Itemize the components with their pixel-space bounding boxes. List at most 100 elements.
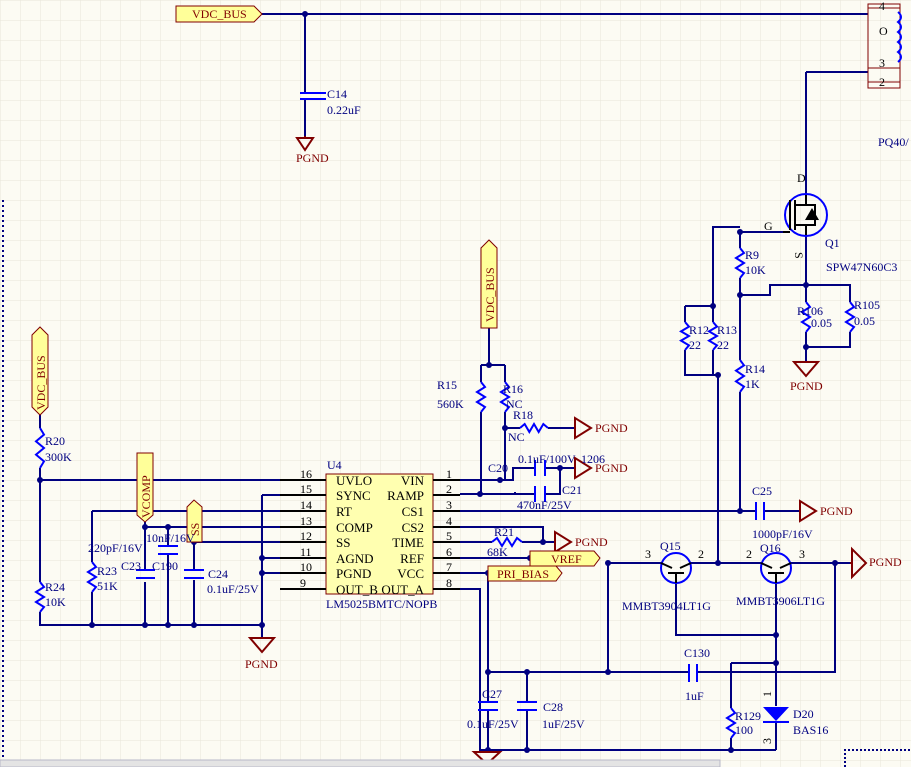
r23-ref: R23 [97,564,117,578]
port-label: VDC_BUS [483,267,497,322]
u4-pin-number: 8 [446,576,452,590]
horizontal-scrollbar[interactable] [0,759,721,767]
u4-ref: U4 [327,458,342,472]
junction-dot [832,560,838,566]
c130-ref: C130 [684,646,710,660]
r18-value: NC [508,430,525,444]
port-label: VDC_BUS [192,7,247,21]
junction-dot [728,747,734,753]
junction-dot [142,524,148,530]
u4-pin-number: 4 [446,514,452,528]
junction-dot [605,669,611,675]
c14-ref: C14 [327,87,347,101]
junction-dot [524,747,530,753]
junction-dot [486,362,492,368]
transformer-dot: O [879,24,888,38]
u4-pin-number: 9 [300,576,306,590]
u4-pin-number: 3 [446,498,452,512]
junction-dot [710,303,716,309]
u4-pin-number: 15 [300,482,312,496]
r23-value: 51K [97,579,118,593]
junction-dot [259,570,265,576]
r12-value: 22 [689,338,701,352]
u4-pin-number: 6 [446,545,452,559]
u4-pin-number: 16 [300,467,312,481]
u4-pin-name: COMP [336,520,373,535]
port-label: VREF [551,552,582,566]
c20-ref: C20 [488,461,508,475]
port-label: VDC_BUS [34,355,48,410]
junction-dot [485,669,491,675]
u4-pin-number: 12 [300,529,312,543]
r20-value: 300K [45,450,72,464]
junction-dot [737,229,743,235]
r129-ref: R129 [735,709,761,723]
u4-pin-name: SYNC [336,488,371,503]
junction-dot [259,555,265,561]
u4-pin-number: 1 [446,467,452,481]
port-label: PRI_BIAS [497,567,549,581]
junction-dot [497,477,503,483]
r105-value: 0.05 [854,314,875,328]
r14-value: 1K [745,377,760,391]
u4-pin-number: 14 [300,498,312,512]
u4-pin-name: OUT_A [381,582,424,597]
r24-value: 10K [45,595,66,609]
u4-pin-name: PGND [336,566,371,581]
u4-pin-name: RT [336,504,352,519]
u4-pin-name: SS [336,535,350,550]
d20-pin: 3 [760,738,774,744]
transformer-pin: 2 [879,75,885,89]
pgnd-label: PGND [575,535,608,549]
junction-dot [259,622,265,628]
c14-value: 0.22uF [327,103,361,117]
r14-ref: R14 [745,362,765,376]
pgnd-label: PGND [245,657,278,671]
c21-value: 470nF/25V [517,498,572,512]
r24-ref: R24 [45,580,65,594]
q16-pin: 3 [799,547,805,561]
q16-pin: 2 [746,547,752,561]
u4-pin-name: OUT_B [336,582,378,597]
port-label: VCOMP [139,475,153,518]
transformer-pin: 4 [879,0,885,13]
r129-value: 100 [735,723,753,737]
schematic-canvas[interactable]: VDC_BUS VDC_BUS VDC_BUS VCOMP SS VREF PR… [0,0,911,767]
c24-value: 0.1uF/25V [207,582,259,596]
c130-value: 1uF [685,689,704,703]
r12-ref: R12 [689,323,709,337]
q1-ref: Q1 [825,236,840,250]
q1-pin-s: S [792,252,806,259]
c25-value: 1000pF/16V [752,527,813,541]
transformer-ref: PQ40/ [878,135,909,149]
r13-ref: R13 [717,323,737,337]
junction-dot [737,508,743,514]
u4-pin-number: 11 [300,545,312,559]
pgnd-label: PGND [595,421,628,435]
c23-ref: C23 [121,559,141,573]
schematic: VDC_BUS VDC_BUS VDC_BUS VCOMP SS VREF PR… [0,0,911,767]
junction-dot [803,344,809,350]
r106-value: 0.05 [811,316,832,330]
junction-dot [191,622,197,628]
junction-dot [737,292,743,298]
q15-pin: 3 [645,547,651,561]
d20-pin: 1 [760,691,774,697]
pgnd-label: PGND [296,151,329,165]
q15-part: MMBT3904LT1G [622,599,711,613]
d20-ref: D20 [793,707,814,721]
u4-pin-name: REF [400,551,424,566]
q15-pin: 2 [698,547,704,561]
junction-dot [302,11,308,17]
junction-dot [524,669,530,675]
junction-dot [715,560,721,566]
d20-part: BAS16 [793,723,828,737]
r21-value: 68K [487,545,508,559]
c25-ref: C25 [752,484,772,498]
c190-ref: C190 [152,559,178,573]
u4-pin-name: RAMP [387,488,424,503]
r9-ref: R9 [745,248,759,262]
r15-value: 560K [437,397,464,411]
r21-ref: R21 [494,525,514,539]
junction-dot [165,622,171,628]
